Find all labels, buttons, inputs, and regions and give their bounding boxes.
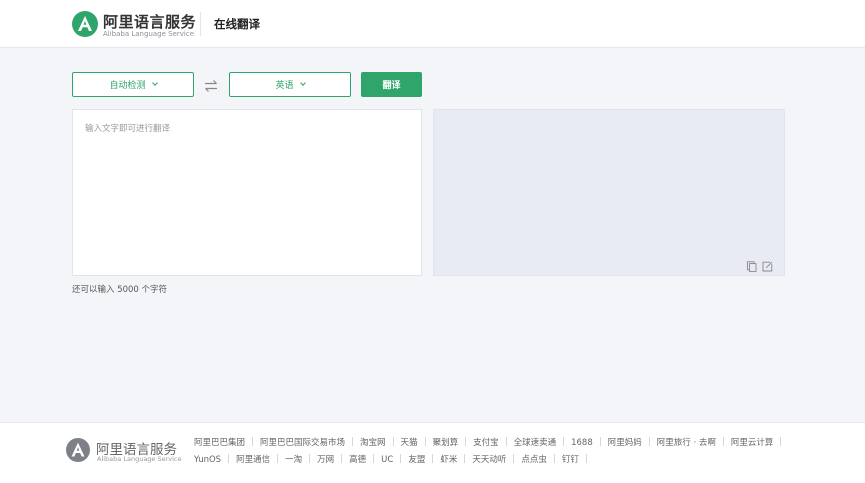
footer-link[interactable]: 天猫 <box>401 437 433 450</box>
page-title: 在线翻译 <box>214 17 260 31</box>
footer-link[interactable]: 点点虫 <box>521 454 562 467</box>
footer-brand-name-en: Alibaba Language Service <box>97 455 182 463</box>
alibaba-language-logo-icon[interactable] <box>72 11 98 37</box>
footer-link[interactable]: UC <box>381 454 408 467</box>
footer-link[interactable]: 淘宝网 <box>360 437 401 450</box>
footer-link[interactable]: 友盟 <box>408 454 440 467</box>
character-count-hint: 还可以输入 5000 个字符 <box>72 285 168 295</box>
translate-button[interactable]: 翻译 <box>361 72 422 97</box>
footer-link[interactable]: 阿里巴巴集团 <box>194 437 260 450</box>
top-header: 阿里语言服务 Alibaba Language Service 在线翻译 <box>0 0 865 48</box>
footer-link[interactable]: 1688 <box>571 437 608 450</box>
source-language-select[interactable]: 自动检测 <box>72 72 194 97</box>
footer-link[interactable]: YunOS <box>194 454 236 467</box>
footer-link[interactable]: 全球速卖通 <box>514 437 572 450</box>
chevron-down-icon <box>299 80 306 86</box>
footer-link[interactable]: 阿里通信 <box>236 454 285 467</box>
translation-result-panel <box>433 109 785 276</box>
chevron-down-icon <box>151 80 158 86</box>
footer-link[interactable]: 阿里旅行 · 去啊 <box>657 437 731 450</box>
footer-link[interactable]: 支付宝 <box>473 437 514 450</box>
target-language-select[interactable]: 英语 <box>229 72 351 97</box>
footer-links: 阿里巴巴集团 阿里巴巴国际交易市场 淘宝网 天猫 聚划算 支付宝 全球速卖通 1… <box>194 437 804 467</box>
brand-name-en: Alibaba Language Service <box>103 30 195 38</box>
alibaba-language-logo-icon <box>66 438 90 462</box>
footer-link[interactable]: 阿里巴巴国际交易市场 <box>260 437 360 450</box>
footer-link[interactable]: 阿里云计算 <box>731 437 789 450</box>
edit-icon[interactable] <box>762 257 773 272</box>
copy-icon[interactable] <box>746 257 757 272</box>
source-text-panel <box>72 109 422 276</box>
footer-link[interactable]: 高德 <box>349 454 381 467</box>
brand-name[interactable]: 阿里语言服务 <box>103 11 196 32</box>
footer-link[interactable]: 钉钉 <box>562 454 594 467</box>
footer-link[interactable]: 阿里妈妈 <box>608 437 657 450</box>
footer-link[interactable]: 天天动听 <box>472 454 521 467</box>
footer-link[interactable]: 一淘 <box>285 454 317 467</box>
footer-link[interactable]: 虾米 <box>440 454 472 467</box>
footer-link[interactable]: 万网 <box>317 454 349 467</box>
footer-link[interactable]: 聚划算 <box>433 437 474 450</box>
target-language-label: 英语 <box>275 81 294 91</box>
source-language-label: 自动检测 <box>109 81 146 91</box>
source-text-input[interactable] <box>73 110 421 275</box>
swap-arrows-icon[interactable] <box>203 78 219 92</box>
footer: 阿里语言服务 Alibaba Language Service 阿里巴巴集团 阿… <box>0 422 865 483</box>
header-divider <box>200 12 201 36</box>
